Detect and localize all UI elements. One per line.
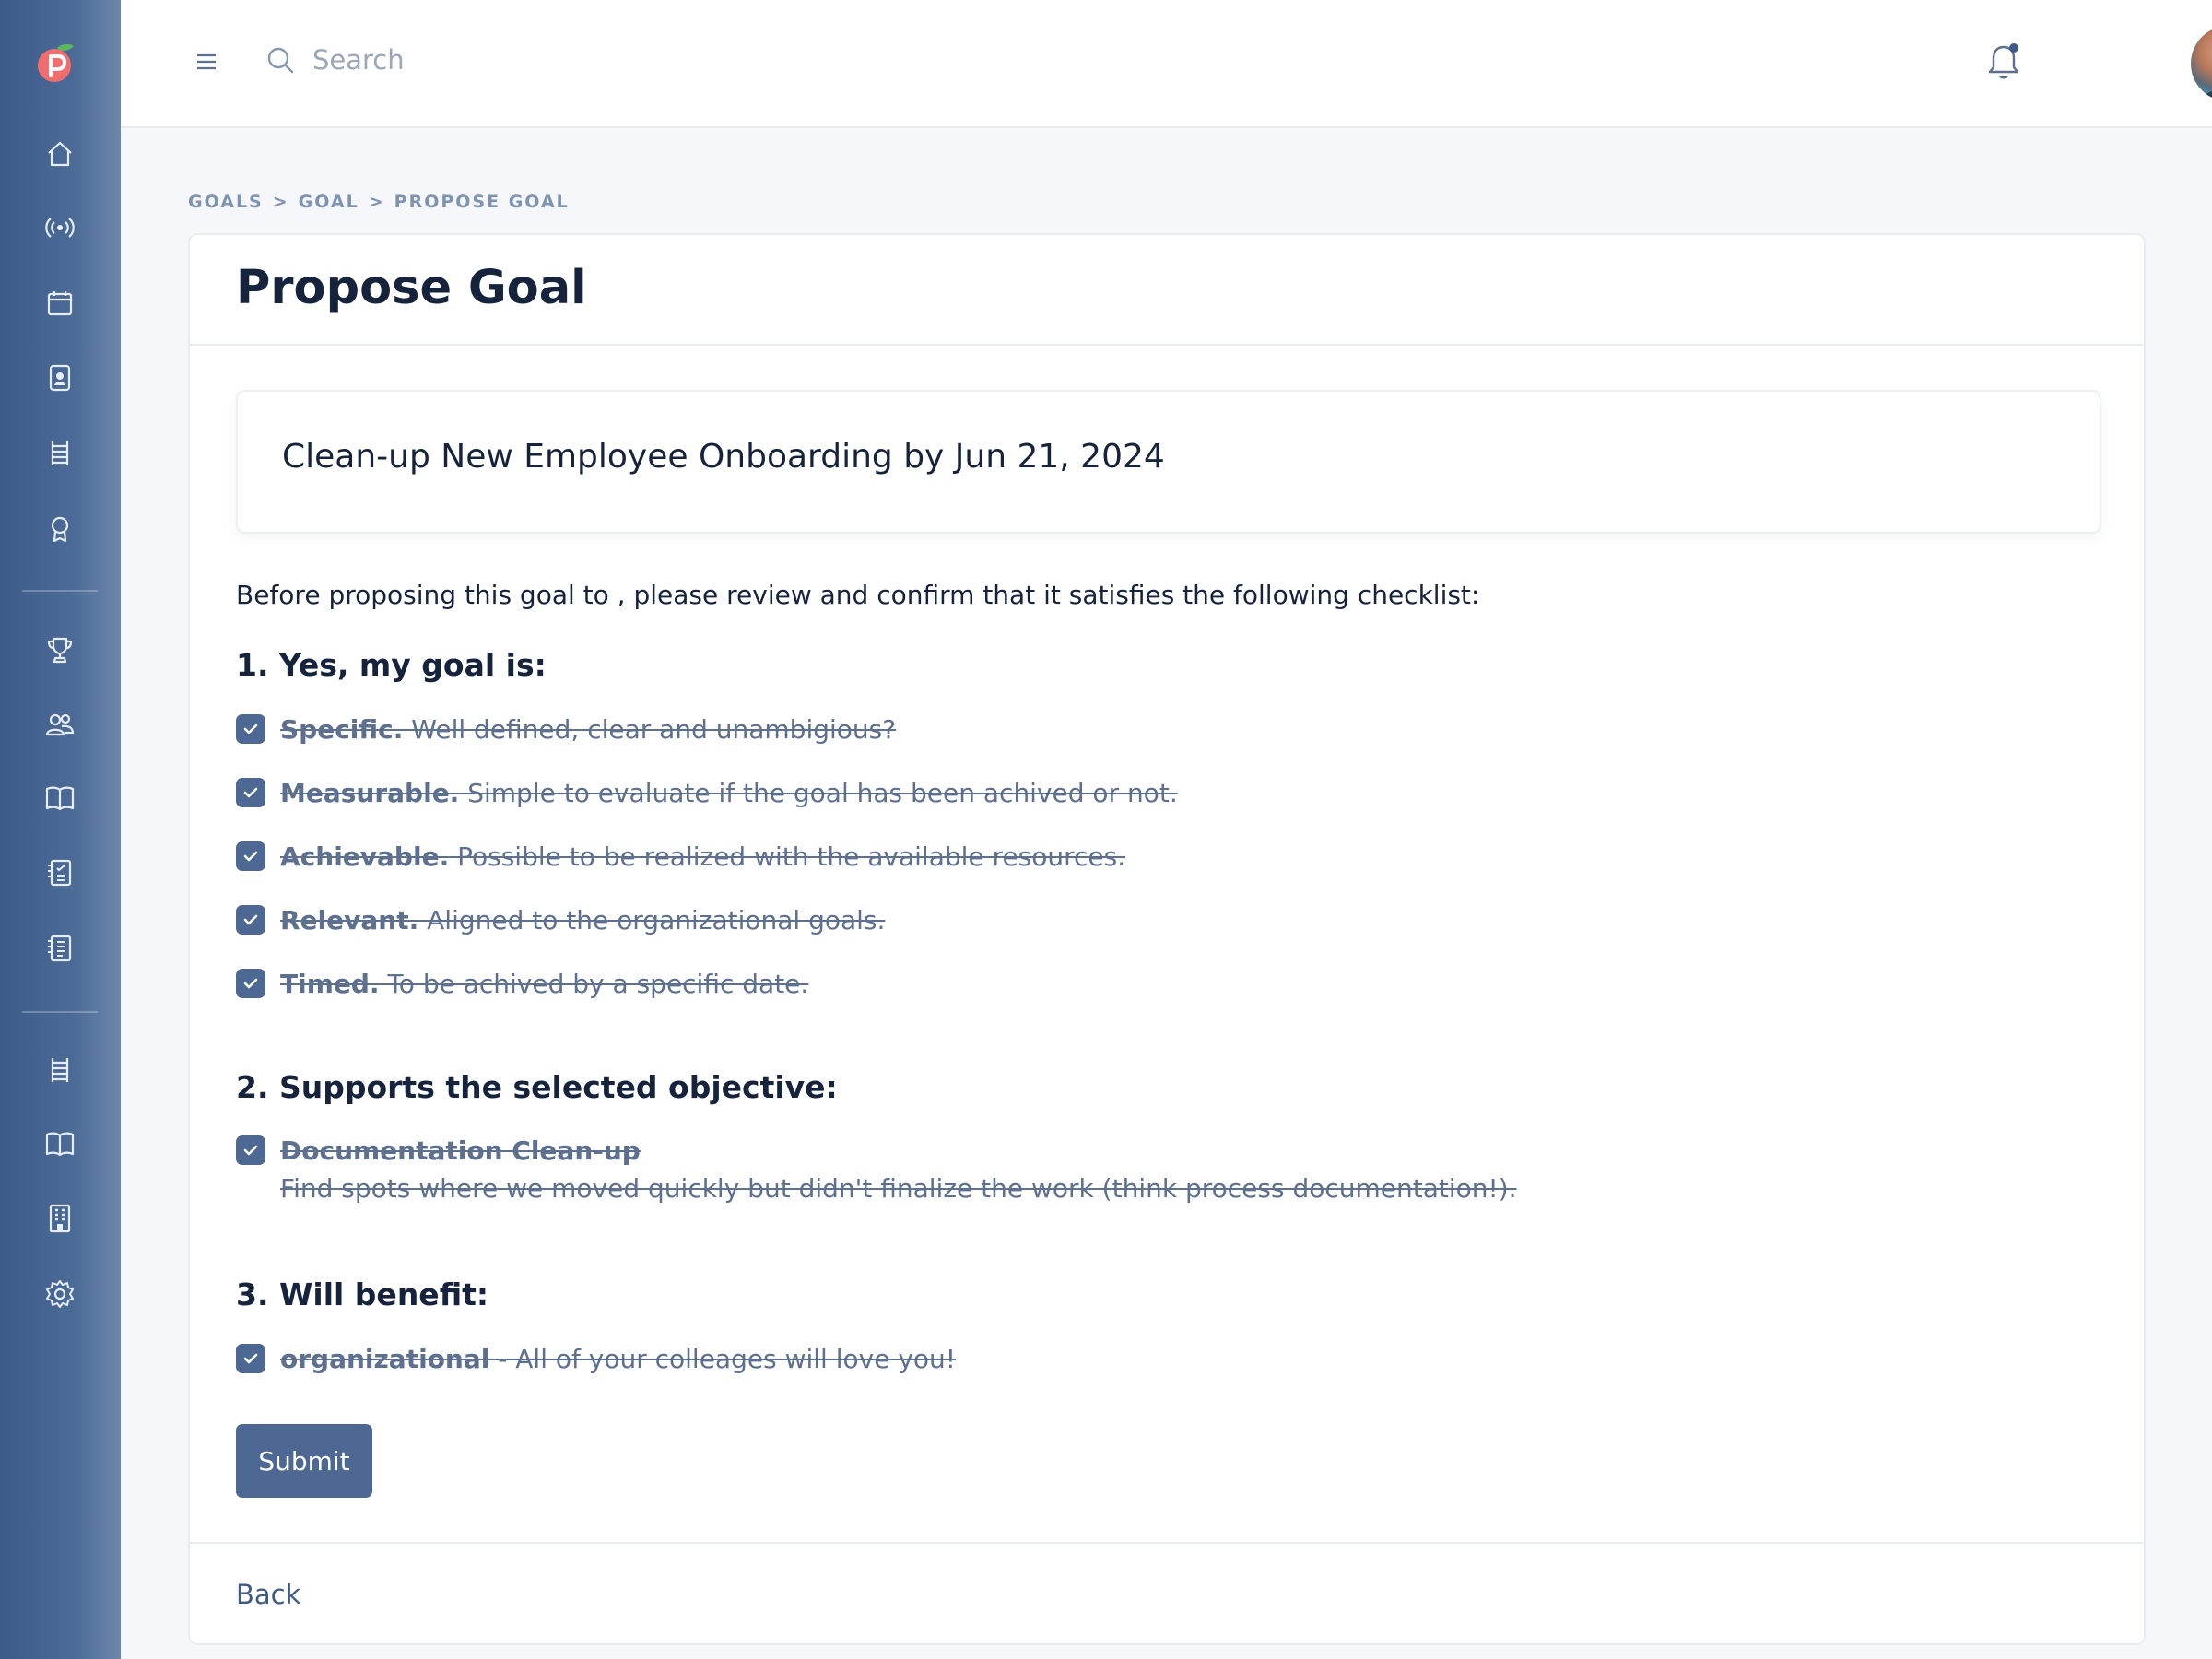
ladder-icon[interactable] <box>42 1053 77 1088</box>
badge-icon[interactable] <box>42 360 77 395</box>
checklist-item-specific[interactable]: Specific. Well defined, clear and unambi… <box>236 711 896 747</box>
search-input[interactable] <box>312 35 865 85</box>
trophy-icon[interactable] <box>42 632 77 667</box>
breadcrumb-goal[interactable]: GOAL <box>299 192 359 212</box>
checklist-term: Measurable. <box>280 777 460 808</box>
ladder-icon[interactable] <box>42 436 77 471</box>
avatar[interactable] <box>2191 26 2212 101</box>
checkbox-checked[interactable] <box>236 1135 265 1165</box>
checklist-desc: Aligned to the organizational goals. <box>418 904 886 935</box>
settings-icon[interactable] <box>42 1277 77 1312</box>
team-icon[interactable] <box>42 707 77 742</box>
top-bar <box>121 0 2212 128</box>
checklist-item-achievable[interactable]: Achievable. Possible to be realized with… <box>236 838 1125 875</box>
building-icon[interactable] <box>42 1201 77 1236</box>
card-header: Propose Goal <box>190 235 2144 346</box>
search-icon <box>265 44 296 76</box>
intro-text: Before proposing this goal to , please r… <box>236 580 1480 610</box>
checklist-desc: Possible to be realized with the availab… <box>449 841 1126 872</box>
checkbox-checked[interactable] <box>236 778 265 807</box>
objective-name: Documentation Clean-up <box>280 1135 641 1166</box>
checklist-item-measurable[interactable]: Measurable. Simple to evaluate if the go… <box>236 774 1178 811</box>
checklist-item-objective[interactable]: Documentation Clean-up <box>236 1132 641 1169</box>
sidebar <box>0 0 121 1659</box>
checklist-term: Timed. <box>280 968 380 999</box>
section-title-benefit: 3. Will benefit: <box>236 1277 489 1312</box>
breadcrumb-separator: > <box>272 192 289 212</box>
back-link[interactable]: Back <box>236 1579 300 1610</box>
checklist-item-benefit[interactable]: organizational - All of your colleages w… <box>236 1340 956 1377</box>
checklist-term: Achievable. <box>280 841 450 872</box>
page-title: Propose Goal <box>236 261 587 315</box>
notification-bell-icon[interactable] <box>1979 37 2029 87</box>
checkbox-checked[interactable] <box>236 969 265 998</box>
checklist-desc: Simple to evaluate if the goal has been … <box>459 777 1178 808</box>
benefit-term: organizational <box>280 1343 490 1374</box>
calendar-icon[interactable] <box>42 286 77 321</box>
checklist-icon[interactable] <box>42 855 77 890</box>
section-title-smart: 1. Yes, my goal is: <box>236 647 547 683</box>
checkbox-checked[interactable] <box>236 714 265 744</box>
checkbox-checked[interactable] <box>236 905 265 935</box>
checklist-term: Relevant. <box>280 904 419 935</box>
objective-description: Find spots where we moved quickly but di… <box>280 1173 1517 1204</box>
checklist-desc: Well defined, clear and unambigious? <box>403 713 897 745</box>
broadcast-icon[interactable] <box>42 210 77 245</box>
breadcrumb-current: PROPOSE GOAL <box>394 192 570 212</box>
checklist-desc: To be achived by a specific date. <box>379 968 809 999</box>
goal-summary-box: Clean-up New Employee Onboarding by Jun … <box>236 390 2101 534</box>
nav-divider <box>22 1011 98 1013</box>
book-icon[interactable] <box>42 781 77 816</box>
checklist-term: Specific. <box>280 713 404 745</box>
goal-title: Clean-up New Employee Onboarding by Jun … <box>282 438 1165 476</box>
submit-button[interactable]: Submit <box>236 1424 372 1498</box>
nav-divider <box>22 590 98 592</box>
breadcrumb: GOALS > GOAL > PROPOSE GOAL <box>188 192 570 212</box>
book-icon[interactable] <box>42 1126 77 1161</box>
propose-goal-card: Propose Goal Clean-up New Employee Onboa… <box>188 233 2146 1645</box>
menu-icon[interactable] <box>189 46 224 77</box>
breadcrumb-separator: > <box>368 192 385 212</box>
section-title-objective: 2. Supports the selected objective: <box>236 1069 838 1105</box>
benefit-desc: - All of your colleages will love you! <box>489 1343 956 1374</box>
peach-logo-icon[interactable] <box>35 41 79 85</box>
award-icon[interactable] <box>42 512 77 547</box>
checklist-item-timed[interactable]: Timed. To be achived by a specific date. <box>236 965 808 1002</box>
notes-icon[interactable] <box>42 931 77 966</box>
checkbox-checked[interactable] <box>236 841 265 871</box>
home-icon[interactable] <box>42 136 77 171</box>
breadcrumb-goals[interactable]: GOALS <box>188 192 264 212</box>
checkbox-checked[interactable] <box>236 1344 265 1373</box>
card-footer: Back <box>190 1542 2144 1645</box>
checklist-item-relevant[interactable]: Relevant. Aligned to the organizational … <box>236 901 885 938</box>
